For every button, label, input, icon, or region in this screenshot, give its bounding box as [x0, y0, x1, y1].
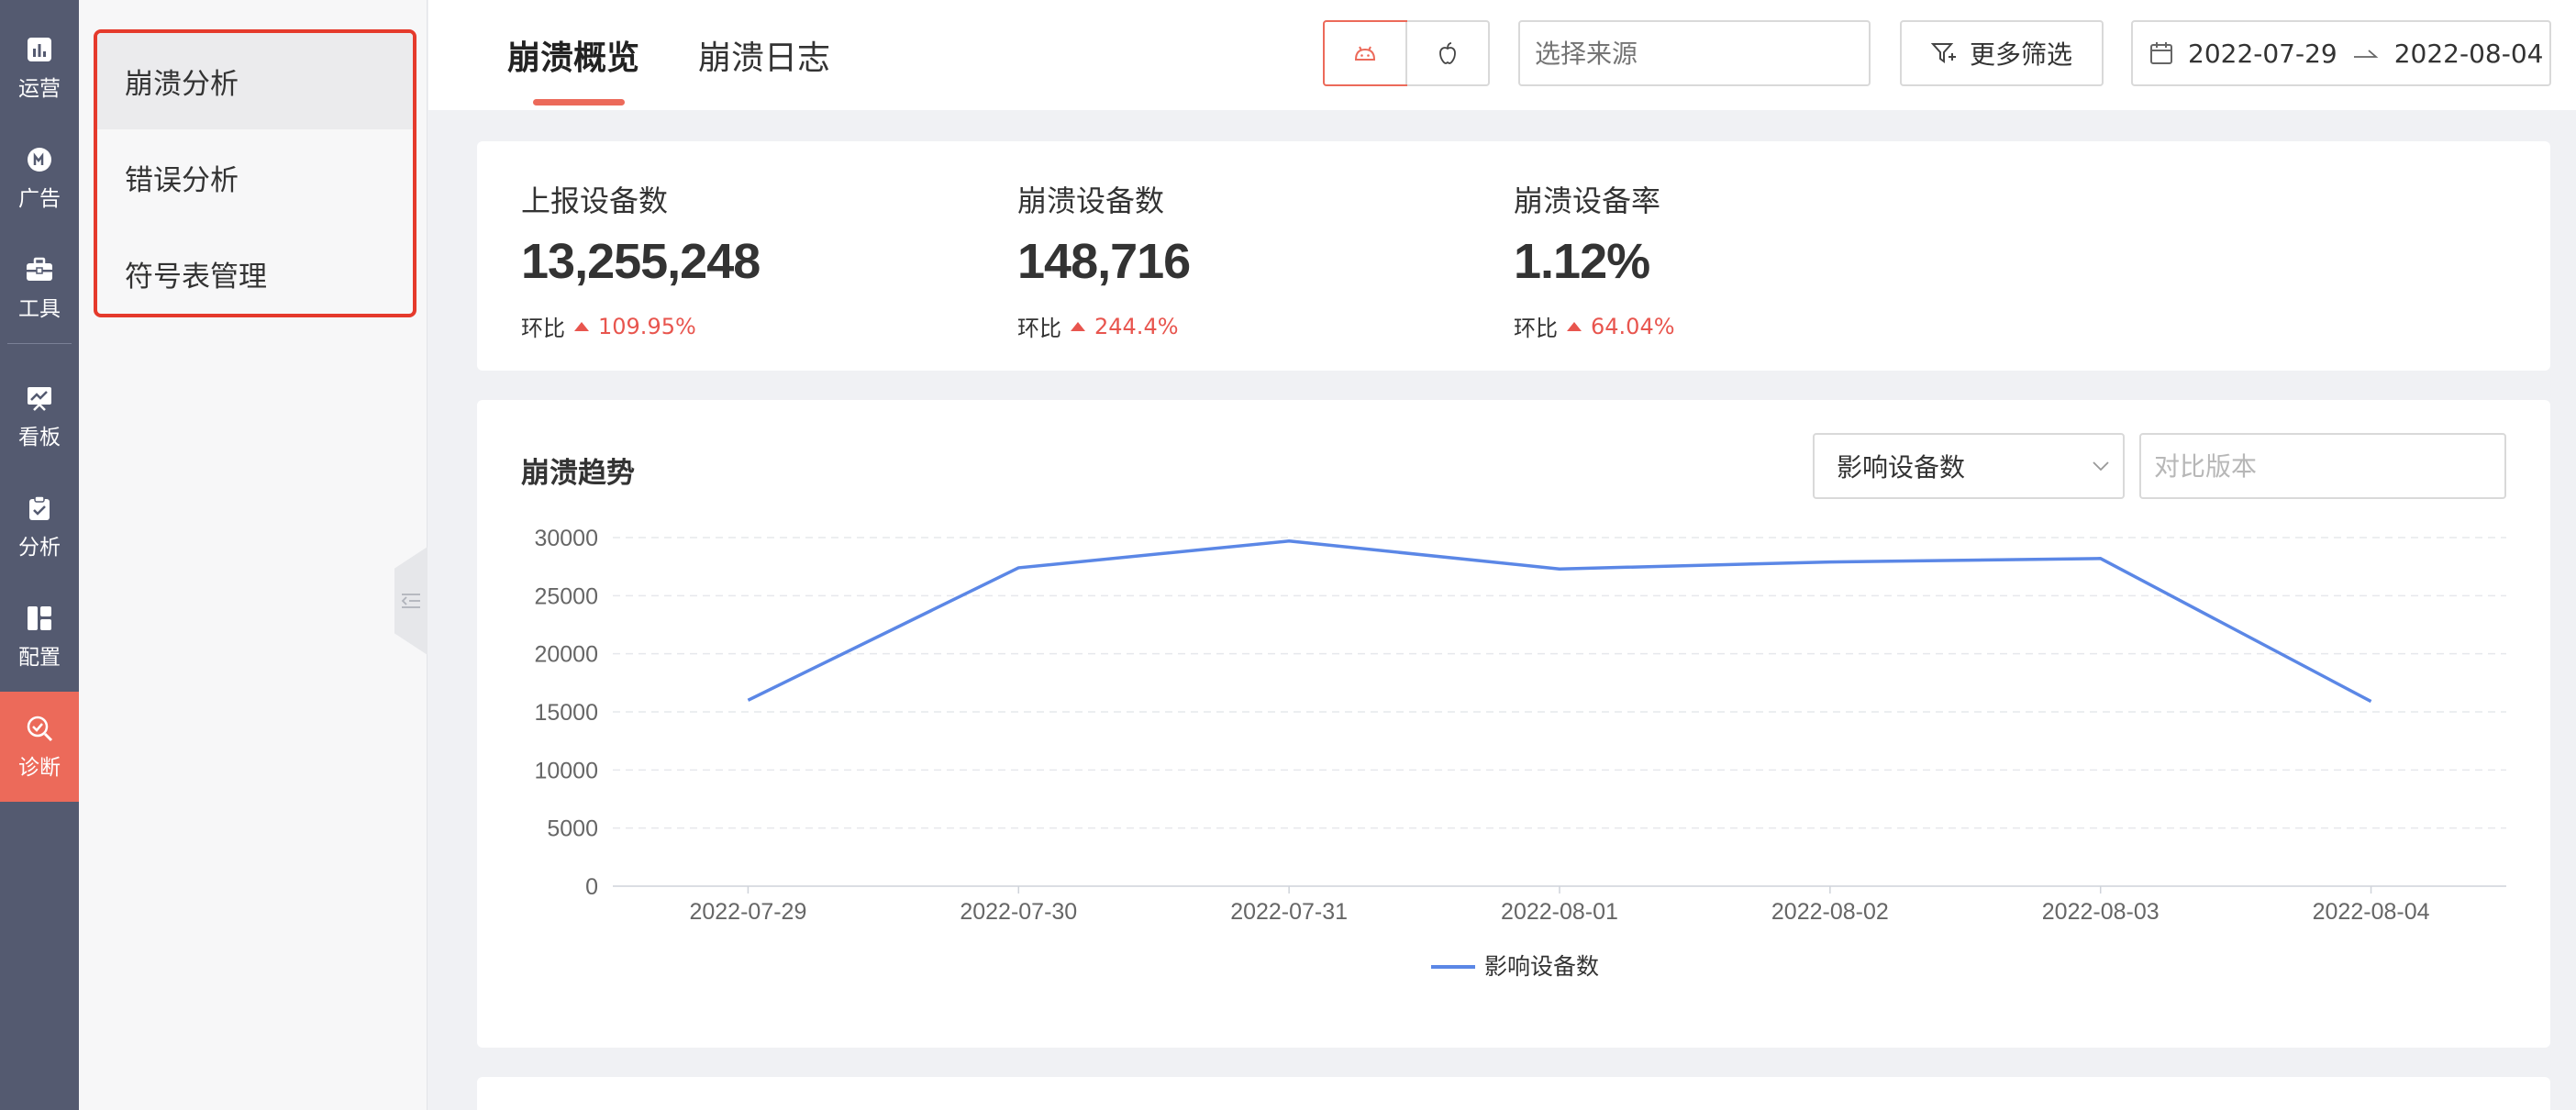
chart-title: 崩溃趋势 [521, 457, 635, 490]
y-tick-label: 15000 [534, 700, 598, 726]
kpi-card: 上报设备数 13,255,248 环比 109.95% 崩溃设备数 148,71… [477, 141, 2550, 371]
secondary-menu: 崩溃分析 错误分析 符号表管理 [79, 0, 427, 1110]
kpi-compare-label: 环比 [1514, 316, 1558, 341]
submenu-item-symbol-table[interactable]: 符号表管理 [97, 226, 413, 314]
rail-item-ads[interactable]: 广告 [0, 123, 79, 233]
metric-selected-value: 影响设备数 [1837, 452, 1966, 483]
x-tick-label: 2022-08-02 [1771, 899, 1889, 925]
collapse-icon [401, 594, 420, 608]
ad-icon [24, 144, 55, 175]
kpi-crash-devices: 崩溃设备数 148,716 环比 244.4% [1017, 178, 1191, 342]
dashboard-icon [24, 383, 55, 414]
rail-item-diagnose[interactable]: 诊断 [0, 692, 79, 802]
next-card [477, 1077, 2550, 1110]
y-tick-label: 10000 [534, 758, 598, 783]
date-end[interactable]: 2022-08-04 [2394, 39, 2544, 69]
y-tick-label: 30000 [534, 526, 598, 551]
kpi-compare: 环比 64.04% [1514, 310, 1675, 342]
rail-item-config[interactable]: 配置 [0, 582, 79, 692]
submenu-item-crash-analysis[interactable]: 崩溃分析 [97, 33, 413, 129]
more-filters-button[interactable]: 更多筛选 [1900, 20, 2104, 86]
rail-item-analysis[interactable]: 分析 [0, 472, 79, 582]
y-tick-label: 25000 [534, 583, 598, 609]
source-select[interactable] [1518, 20, 1871, 86]
rail-divider [7, 343, 72, 344]
rail-item-label: 诊断 [18, 756, 61, 780]
kpi-compare: 环比 244.4% [1017, 310, 1190, 342]
submenu-item-error-analysis[interactable]: 错误分析 [97, 129, 413, 226]
x-tick-label: 2022-07-31 [1230, 899, 1348, 925]
kpi-label: 崩溃设备数 [1017, 183, 1165, 218]
tab-crash-log[interactable]: 崩溃日志 [698, 31, 830, 79]
active-tab-indicator [533, 99, 625, 105]
x-tick-label: 2022-07-30 [960, 899, 1077, 925]
rail-item-label: 广告 [18, 187, 61, 211]
kpi-label: 上报设备数 [521, 183, 669, 218]
rail-item-label: 看板 [18, 426, 61, 450]
top-header: 崩溃概览 崩溃日志 更多筛选 2022-07-29 2022-08-04 [428, 0, 2576, 110]
rail-item-label: 分析 [18, 536, 61, 560]
rail-item-operations[interactable]: 运营 [0, 13, 79, 123]
kpi-compare-label: 环比 [1017, 316, 1061, 341]
kpi-reported-devices: 上报设备数 13,255,248 环比 109.95% [521, 178, 761, 342]
date-range-picker[interactable]: 2022-07-29 2022-08-04 [2131, 20, 2551, 86]
kpi-value: 13,255,248 [521, 234, 761, 289]
trend-up-icon [1567, 321, 1582, 331]
trend-up-icon [1071, 321, 1085, 331]
kpi-compare-value: 64.04% [1591, 313, 1675, 339]
chevron-down-icon [2093, 461, 2109, 472]
android-icon [1354, 46, 1376, 61]
rail-item-boards[interactable]: 看板 [0, 361, 79, 472]
y-tick-label: 20000 [534, 642, 598, 668]
crash-trend-card: 崩溃趋势 影响设备数 0 5000 10000 15000 20000 25000 3000… [477, 400, 2550, 1048]
filter-icon [1930, 43, 1956, 63]
bar-chart-icon [24, 34, 55, 65]
x-tick-label: 2022-08-04 [2313, 899, 2430, 925]
left-rail: 运营 广告 工具 看板 分析 配置 诊断 [0, 0, 79, 1110]
y-tick-label: 0 [585, 874, 598, 900]
rail-item-label: 工具 [18, 297, 61, 321]
tab-crash-overview[interactable]: 崩溃概览 [507, 31, 639, 79]
kpi-label: 崩溃设备率 [1514, 183, 1661, 218]
ios-button[interactable] [1405, 22, 1488, 84]
arrow-right-icon [2353, 50, 2379, 58]
more-filters-label: 更多筛选 [1969, 39, 2072, 70]
x-tick-label: 2022-07-29 [689, 899, 806, 925]
platform-toggle [1323, 20, 1490, 86]
rail-item-label: 运营 [18, 77, 61, 101]
apple-icon [1439, 42, 1456, 64]
android-button[interactable] [1323, 20, 1407, 86]
kpi-value: 1.12% [1514, 234, 1650, 289]
legend-label: 影响设备数 [1484, 954, 1599, 980]
kpi-compare-value: 109.95% [598, 313, 696, 339]
date-start[interactable]: 2022-07-29 [2188, 39, 2337, 69]
submenu-highlight-box: 崩溃分析 错误分析 符号表管理 [94, 29, 416, 317]
kpi-compare-value: 244.4% [1094, 313, 1179, 339]
kpi-value: 148,716 [1017, 234, 1191, 289]
y-tick-label: 5000 [547, 816, 598, 842]
clipboard-check-icon [24, 493, 55, 524]
rail-item-tools[interactable]: 工具 [0, 233, 79, 343]
compare-version-input[interactable] [2139, 433, 2506, 499]
series-line [747, 539, 2372, 704]
kpi-compare-label: 环比 [521, 316, 565, 341]
calendar-icon [2150, 42, 2172, 64]
kpi-compare: 环比 109.95% [521, 310, 760, 342]
diagnose-icon [24, 713, 55, 744]
toolbox-icon [24, 254, 55, 285]
metric-select[interactable]: 影响设备数 [1813, 433, 2125, 499]
trend-up-icon [574, 321, 589, 331]
layout-icon [24, 603, 55, 634]
rail-item-label: 配置 [18, 646, 61, 670]
x-tick-label: 2022-08-01 [1501, 899, 1618, 925]
kpi-crash-rate: 崩溃设备率 1.12% 环比 64.04% [1514, 178, 1675, 342]
x-tick-label: 2022-08-03 [2042, 899, 2160, 925]
